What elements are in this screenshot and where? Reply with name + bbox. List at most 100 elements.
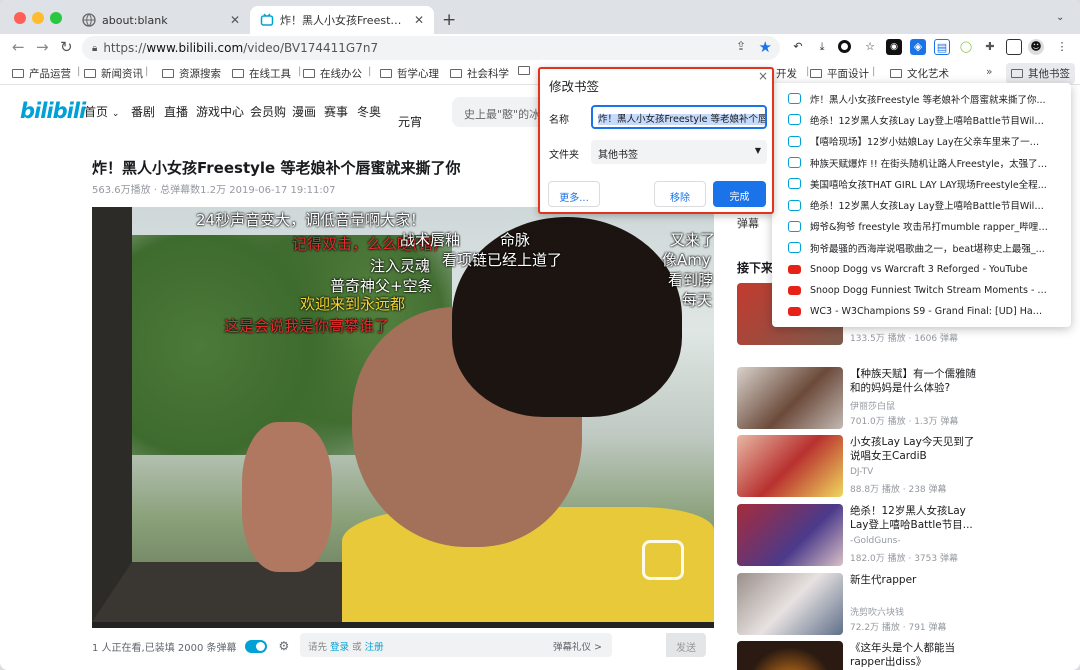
tab-search-chevron-icon[interactable]: ⌄: [1056, 12, 1064, 23]
bookmark-folder[interactable]: 社会科学: [450, 66, 509, 81]
nav-winter-olympics[interactable]: 冬奥: [357, 103, 381, 120]
forward-arrow-icon[interactable]: →: [36, 39, 49, 55]
nav-vip-shop[interactable]: 会员购: [250, 103, 286, 120]
danmaku: 像Amy: [662, 251, 711, 269]
recommended-video[interactable]: 绝杀！12岁黑人女孩Lay Lay登上嘻哈Battle节目... -GoldGu…: [737, 504, 977, 566]
video-title: 《这年头是个人都能当rapper出diss》: [850, 642, 955, 668]
tab-about-blank[interactable]: about:blank ✕: [72, 6, 250, 34]
separator: |: [368, 66, 372, 77]
close-icon[interactable]: ×: [758, 69, 768, 83]
maximize-window-button[interactable]: [50, 12, 62, 24]
register-link[interactable]: 注册: [365, 642, 384, 653]
video-stats: 182.0万 播放 · 3753 弹幕: [850, 554, 958, 564]
bookmark-menu-item[interactable]: 绝杀！12岁黑人女孩Lay Lay登上嘻哈Battle节目Wild'...: [772, 109, 1071, 130]
recommended-video[interactable]: 【种族天赋】有一个儒雅随和的妈妈是什么体验? 伊丽莎白鼠 701.0万 播放 ·…: [737, 367, 977, 429]
danmaku-etiquette-link[interactable]: 弹幕礼仪 >: [553, 639, 602, 653]
bookmark-menu-item[interactable]: 种族天赋爆炸 !! 在街头随机让路人Freestyle，太强了_...: [772, 152, 1071, 173]
bookmarks-overflow-chevron[interactable]: »: [986, 66, 992, 78]
danmaku-toggle[interactable]: [244, 639, 267, 653]
extension-star-icon[interactable]: ☆: [862, 39, 878, 55]
send-button[interactable]: 发送: [666, 633, 706, 657]
side-panel-icon[interactable]: [1006, 39, 1022, 55]
avatar[interactable]: ☻: [1028, 39, 1044, 55]
nav-home[interactable]: 首页 ⌄: [84, 103, 119, 120]
recommended-video[interactable]: 新生代rapper 洗剪吹六块钱 72.2万 播放 · 791 弹幕: [737, 573, 977, 635]
bookmark-menu-item[interactable]: 绝杀！12岁黑人女孩Lay Lay登上嘻哈Battle节目Wild'...: [772, 194, 1071, 215]
bookmark-menu-item[interactable]: 狗爷最骚的西海岸说唱歌曲之一，beat堪称史上最强_...: [772, 237, 1071, 258]
recommended-video[interactable]: 《这年头是个人都能当rapper出diss》: [737, 641, 977, 670]
remove-button[interactable]: 移除: [654, 181, 706, 207]
nav-bangumi[interactable]: 番剧: [131, 103, 155, 120]
folder-select[interactable]: 其他书签 ▼: [591, 140, 767, 164]
folder-icon: [12, 69, 24, 78]
close-window-button[interactable]: [14, 12, 26, 24]
extension-undo-icon[interactable]: ↶: [790, 39, 806, 55]
danmaku-input[interactable]: 请先 登录 或 注册 弹幕礼仪 >: [300, 633, 612, 657]
bookmark-folder[interactable]: 开发: [776, 66, 797, 81]
close-tab-icon[interactable]: ✕: [222, 13, 240, 27]
nav-manga[interactable]: 漫画: [292, 103, 316, 120]
bookmark-folder[interactable]: 在线办公: [303, 66, 362, 81]
bookmark-menu-item[interactable]: Snoop Dogg vs Warcraft 3 Reforged - YouT…: [772, 258, 1071, 279]
video-player[interactable]: 24秒声音变大，调低音量啊大家！ 记得双击，么么哒(错) 战术唇釉 命脉 注入灵…: [92, 207, 714, 622]
recommended-video[interactable]: 小女孩Lay Lay今天见到了说唱女王CardiB DJ-TV 88.8万 播放…: [737, 435, 977, 497]
video-thumbnail: [737, 573, 843, 635]
play-icon[interactable]: [642, 540, 684, 580]
extension-save-icon[interactable]: ▤: [934, 39, 950, 55]
bookmark-menu-item[interactable]: 炸！黑人小女孩Freestyle 等老娘补个唇蜜就来撕了你...: [772, 88, 1071, 109]
bookmark-folder[interactable]: 哲学心理: [380, 66, 439, 81]
minimize-window-button[interactable]: [32, 12, 44, 24]
bookmark-folder[interactable]: 在线工具: [232, 66, 291, 81]
extensions-puzzle-icon[interactable]: ✚: [982, 39, 998, 55]
extension-circle-icon[interactable]: [838, 40, 851, 53]
extension-blue-icon[interactable]: ◈: [910, 39, 926, 55]
nav-lantern-festival[interactable]: 元宵: [398, 113, 422, 130]
close-tab-icon[interactable]: ✕: [406, 13, 424, 27]
nav-live[interactable]: 直播: [164, 103, 188, 120]
login-link[interactable]: 登录: [330, 642, 349, 653]
bookmark-folder[interactable]: 文化艺术: [890, 66, 949, 81]
new-tab-button[interactable]: +: [442, 10, 456, 30]
bookmark-menu-item[interactable]: 姆爷&狗爷 freestyle 攻击吊打mumble rapper_哔哩哔...: [772, 216, 1071, 237]
video-title: 新生代rapper: [850, 574, 917, 586]
danmaku-list-header[interactable]: 弹幕: [737, 215, 759, 231]
folder-icon: [450, 69, 462, 78]
lock-icon: 🔒︎: [92, 42, 98, 54]
extension-dark-icon[interactable]: ◉: [886, 39, 902, 55]
menu-dots-icon[interactable]: ⋮: [1054, 39, 1070, 55]
danmaku: 这是会说我是你高攀谁了: [224, 317, 390, 335]
bookmark-menu-item[interactable]: Snoop Dogg Funniest Twitch Stream Moment…: [772, 280, 1071, 301]
bookmark-menu-item[interactable]: WC3 - W3Champions S9 - Grand Final: [UD]…: [772, 301, 1071, 322]
nav-esports[interactable]: 赛事: [324, 103, 348, 120]
bookmark-menu-item[interactable]: 美国嘻哈女孩THAT GIRL LAY LAY现场Freestyle全程...: [772, 173, 1071, 194]
chevron-down-icon: ⌄: [111, 109, 120, 119]
video-thumbnail: [737, 641, 843, 670]
bookmark-menu-item[interactable]: 【嘻哈现场】12岁小姑娘Lay Lay在父亲车里来了一段f...: [772, 131, 1071, 152]
danmaku-settings-icon[interactable]: ⚙: [279, 639, 290, 653]
url-text: https://www.bilibili.com/video/BV174411G…: [103, 41, 379, 55]
download-icon[interactable]: ⤓: [814, 39, 830, 55]
other-bookmarks-folder[interactable]: 其他书签: [1006, 63, 1075, 84]
bilibili-logo[interactable]: bilibili: [20, 99, 86, 123]
bookmark-folder[interactable]: 产品运营: [12, 66, 71, 81]
back-arrow-icon[interactable]: ←: [12, 39, 25, 55]
bookmark-star-icon[interactable]: ★: [759, 38, 772, 56]
bookmark-folder[interactable]: 资源搜索: [162, 66, 221, 81]
bookmark-folder[interactable]: 平面设计: [810, 66, 869, 81]
address-bar[interactable]: 🔒︎ https://www.bilibili.com/video/BV1744…: [82, 36, 780, 60]
reload-icon[interactable]: ↻: [60, 39, 73, 55]
search-input[interactable]: 史上最"憨"的冰: [452, 97, 542, 127]
tab-bilibili-video[interactable]: 炸！黑人小女孩Freestyle 等老娘补个唇蜜就来撕了你 ✕: [250, 6, 434, 34]
done-button[interactable]: 完成: [713, 181, 766, 207]
bookmark-folder[interactable]: 新闻资讯: [84, 66, 143, 81]
bookmark-folder[interactable]: [518, 66, 535, 75]
bilibili-icon: [260, 13, 274, 26]
more-button[interactable]: 更多...: [548, 181, 600, 207]
video-progress-bar[interactable]: [92, 622, 714, 628]
video-thumbnail: [737, 367, 843, 429]
share-icon[interactable]: ⇪: [736, 39, 746, 53]
nav-game-center[interactable]: 游戏中心: [196, 103, 244, 120]
video-stats: 133.5万 播放 · 1606 弹幕: [850, 334, 958, 344]
bookmark-name-field[interactable]: 炸！黑人小女孩Freestyle 等老娘补个唇蜜就来撕了你: [591, 105, 767, 129]
extension-lime-icon[interactable]: ◯: [958, 39, 974, 55]
